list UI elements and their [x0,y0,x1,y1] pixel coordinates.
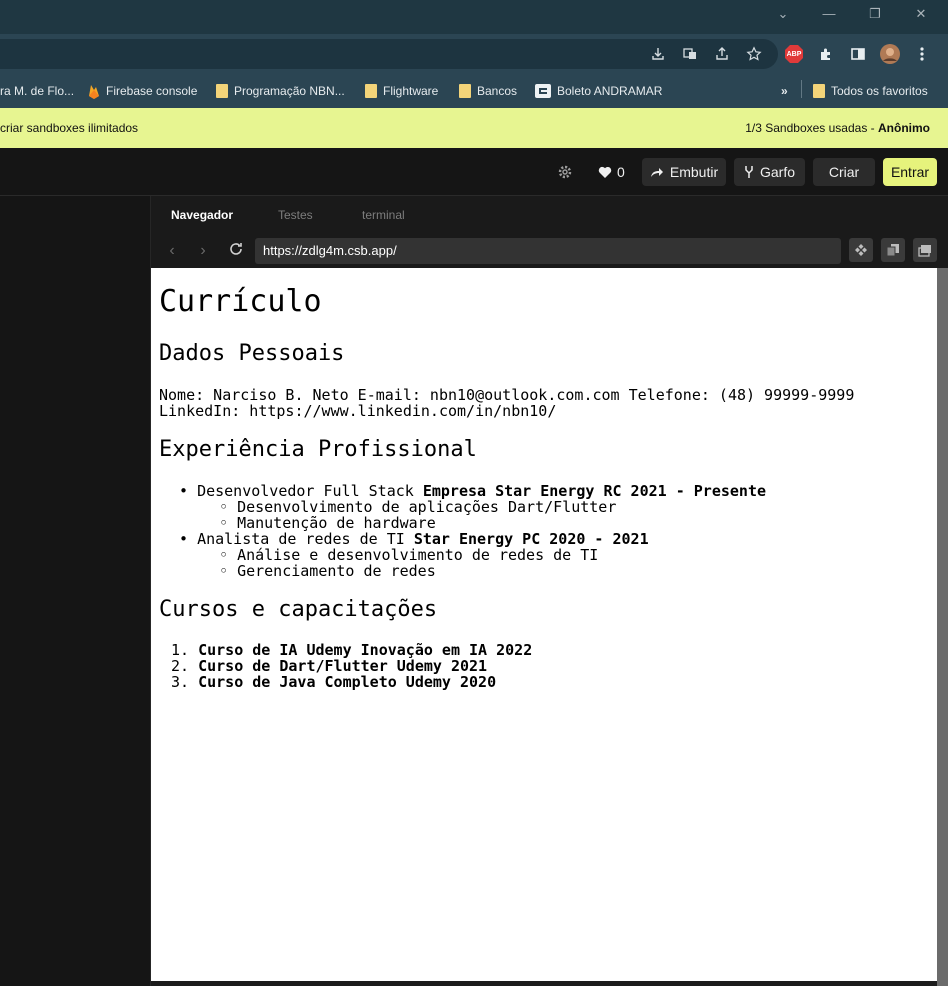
devtools-icon[interactable] [849,238,873,262]
back-icon[interactable]: ‹ [163,242,181,260]
settings-gear-icon[interactable] [557,164,573,180]
bookmarks-separator [801,80,802,98]
bookmark-label: Bancos [477,84,518,98]
browser-title-bar: ⌄ — ❐ ✕ [0,0,948,34]
bookmark-label: Firebase console [106,84,198,98]
like-button[interactable]: 0 [598,164,625,180]
bookmark-label: ra M. de Flo... [0,84,75,98]
course-item: 2. Curso de Dart/Flutter Udemy 2021 [171,658,487,674]
adblock-label: ABP [786,50,802,58]
course-item: 1. Curso de IA Udemy Inovação em IA 2022 [171,642,532,658]
fork-button[interactable]: Garfo [734,158,805,186]
app-header: 0 Embutir Garfo Criar Entrar [0,148,948,196]
like-count: 0 [617,164,625,180]
create-label: Criar [828,164,860,180]
embed-label: Embutir [669,164,719,180]
tab-testes[interactable]: Testes [278,208,313,222]
editor-pane [0,196,150,986]
usage-text: 1/3 Sandboxes usadas - [745,121,878,135]
tab-terminal[interactable]: terminal [362,208,405,222]
preview-url-field[interactable]: https://zdlg4m.csb.app/ [255,238,841,264]
bookmark-item[interactable]: ra M. de Flo... [0,82,74,100]
personal-line-1: Nome: Narciso B. Neto E-mail: nbn10@outl… [159,386,855,404]
close-button[interactable]: ✕ [908,4,934,24]
forward-icon[interactable]: › [194,242,212,260]
bookmark-label: Boleto ANDRAMAR [557,84,663,98]
course-item: 3. Curso de Java Completo Udemy 2020 [171,674,496,690]
page-title: Currículo [159,284,322,319]
task-item: ◦ Desenvolvimento de aplicações Dart/Flu… [219,498,617,516]
task-text: Gerenciamento de redes [237,562,436,580]
personal-heading: Dados Pessoais [159,341,345,366]
preview-bottom-border [151,981,937,986]
firebase-icon [89,85,99,99]
side-panel-icon[interactable] [848,44,868,64]
site-icon [535,84,551,98]
heart-icon [598,166,612,178]
preview-tabs: Navegador Testes terminal [151,196,948,234]
profile-avatar[interactable] [880,44,900,64]
preview-nav: ‹ › https://zdlg4m.csb.app/ [151,234,948,268]
personal-line-2: LinkedIn: https://www.linkedin.com/in/nb… [159,402,557,420]
task-item: ◦ Manutenção de hardware [219,514,436,532]
adblock-plus-icon[interactable]: ABP [784,44,804,64]
all-bookmarks[interactable]: Todos os favoritos [813,82,928,100]
user-status: Anônimo [878,121,930,135]
course-number: 3. [171,673,190,691]
task-item: ◦ Análise e desenvolvimento de redes de … [219,546,599,564]
bookmark-star-icon[interactable] [744,44,764,64]
new-tab-icon[interactable] [913,238,937,262]
job-item: • Analista de redes de TI Star Energy PC… [179,530,649,548]
reload-icon[interactable] [227,242,245,260]
bookmarks-bar: ra M. de Flo... Firebase console Program… [0,74,948,108]
task-item: ◦ Gerenciamento de redes [219,562,436,580]
courses-heading: Cursos e capacitações [159,597,438,622]
bookmark-label: Programação NBN... [234,84,345,98]
folder-icon [813,84,825,98]
login-label: Entrar [890,164,930,180]
tab-search-icon[interactable]: ⌄ [770,4,796,24]
restore-button[interactable]: ❐ [862,4,888,24]
tab-navegador[interactable]: Navegador [171,208,233,222]
folder-icon [365,84,377,98]
bookmark-label: Flightware [383,84,439,98]
course-text: Curso de Java Completo Udemy 2020 [198,673,497,691]
embed-button[interactable]: Embutir [642,158,726,186]
bookmark-boleto[interactable]: Boleto ANDRAMAR [535,82,662,100]
sandbox-usage: 1/3 Sandboxes usadas - Anônimo [745,121,930,135]
minimize-button[interactable]: — [816,4,842,24]
experience-heading: Experiência Profissional [159,437,477,462]
folder-icon [459,84,471,98]
bookmark-folder[interactable]: Bancos [459,82,517,100]
sandbox-banner: criar sandboxes ilimitados 1/3 Sandboxes… [0,108,948,148]
bookmark-firebase[interactable]: Firebase console [88,82,197,100]
extensions-icon[interactable] [816,44,836,64]
fork-label: Garfo [759,164,795,180]
banner-message: criar sandboxes ilimitados [0,121,139,135]
share-arrow-icon [650,168,663,177]
overflow-label: » [781,84,788,98]
browser-toolbar: ABP [0,34,948,74]
bookmark-folder[interactable]: Programação NBN... [216,82,345,100]
chrome-menu-icon[interactable] [912,44,932,64]
folder-icon [216,84,228,98]
install-icon[interactable] [648,44,668,64]
page-preview: Currículo Dados Pessoais Nome: Narciso B… [151,268,937,981]
open-in-window-icon[interactable] [881,238,905,262]
bookmarks-overflow[interactable]: » [781,82,788,100]
bookmark-label: Todos os favoritos [831,84,928,98]
translate-icon[interactable] [680,44,700,64]
background-window-edge [937,268,948,986]
fork-icon [745,166,753,178]
share-icon[interactable] [712,44,732,64]
create-button[interactable]: Criar [813,158,875,186]
job-item: • Desenvolvedor Full Stack Empresa Star … [179,482,767,500]
login-button[interactable]: Entrar [883,158,937,186]
bookmark-folder[interactable]: Flightware [365,82,438,100]
